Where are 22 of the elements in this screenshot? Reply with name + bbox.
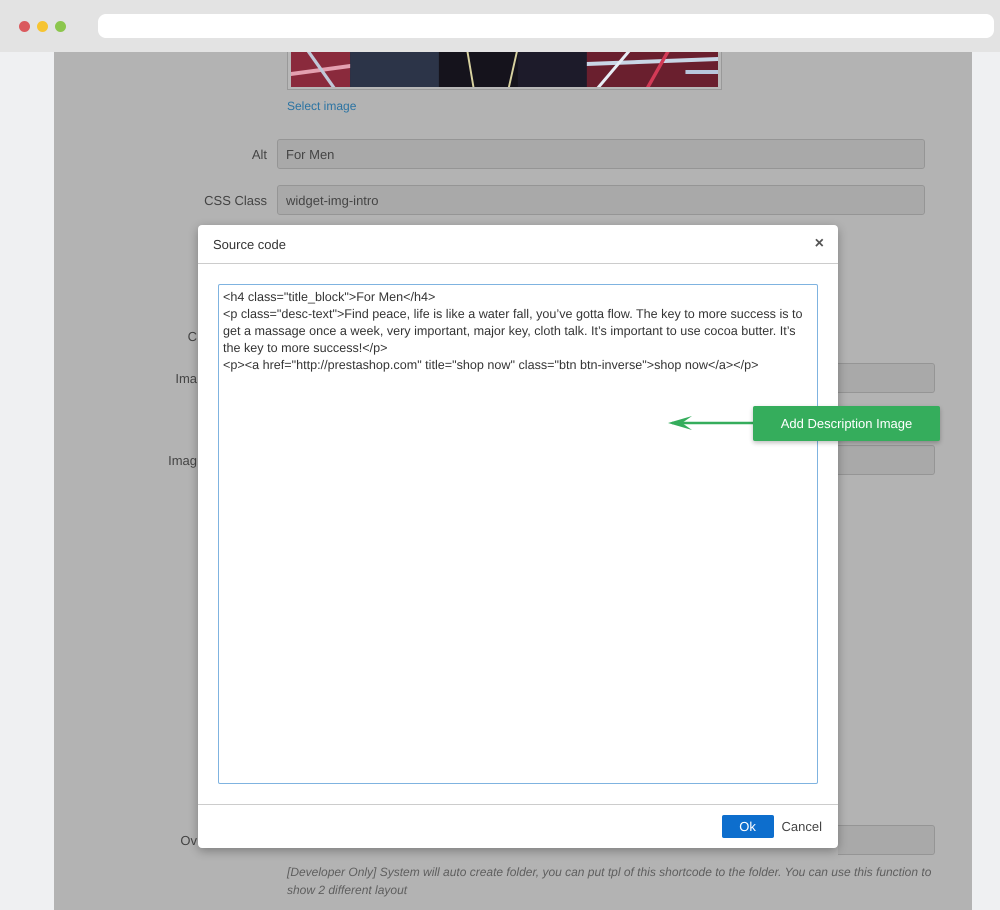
text-field[interactable] [838, 363, 935, 393]
field-label: Ima [174, 370, 197, 386]
field-label: Alt [250, 146, 268, 162]
cancel-button[interactable]: Cancel [782, 819, 822, 834]
ok-button[interactable]: Ok [722, 815, 774, 838]
text-field[interactable] [838, 825, 935, 855]
field-label: Imag [167, 452, 197, 468]
text-field[interactable]: For Men [277, 139, 925, 169]
text-field[interactable]: widget-img-intro [277, 185, 925, 215]
arrow-icon [668, 415, 754, 431]
dialog-title: Source code [213, 236, 286, 252]
callout-label: Add Description Image [753, 406, 940, 441]
text-field[interactable] [838, 445, 935, 475]
field-label: Ov [179, 832, 197, 848]
field-label: CSS Class [203, 192, 268, 208]
maximize-window-dot[interactable] [55, 20, 66, 32]
minimize-window-dot[interactable] [37, 20, 48, 32]
field-label: C [186, 328, 197, 344]
close-window-dot[interactable] [19, 20, 30, 32]
address-bar[interactable] [98, 14, 994, 38]
close-button[interactable]: × [814, 235, 824, 253]
help-text: [Developer Only] System will auto create folder, you can put tpl of this shortcode to the folder. You can use this function to show 2 different layout [287, 864, 932, 899]
